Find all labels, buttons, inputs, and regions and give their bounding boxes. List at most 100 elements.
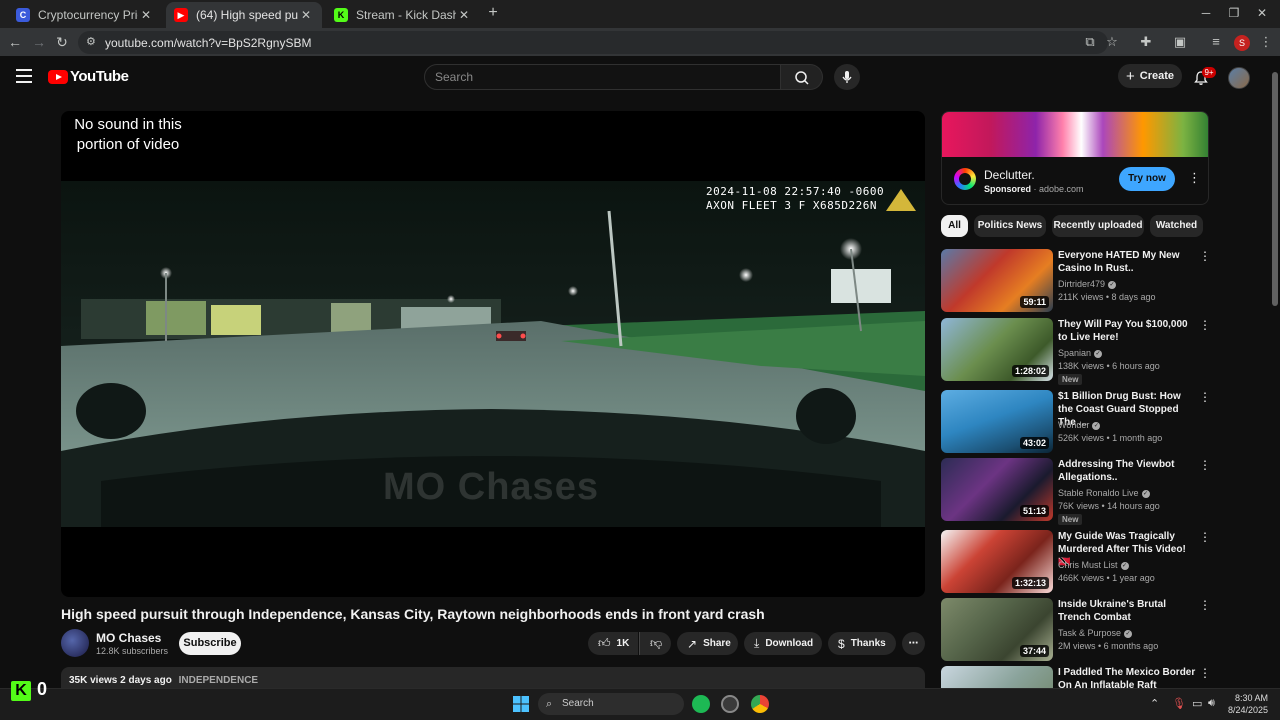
recommended-video[interactable]: 51:13 Addressing The Viewbot Allegations.… xyxy=(941,458,1211,525)
video-player[interactable]: No sound in this portion of video 2024-1… xyxy=(61,111,925,597)
tab-kick[interactable]: K Stream - Kick Dashboard ✕ xyxy=(326,2,480,28)
taskbar-search[interactable]: ⌕ Search xyxy=(538,693,684,715)
description-meta: 35K views 2 days ago INDEPENDENCE xyxy=(69,675,258,686)
recommended-video[interactable]: 1:32:13 My Guide Was Tragically Murdered … xyxy=(941,530,1211,594)
video-thumbnail[interactable]: 1:32:13 xyxy=(941,530,1053,593)
try-now-button[interactable]: Try now xyxy=(1119,167,1175,191)
tab-youtube[interactable]: ▶ (64) High speed pursuit throug ✕ xyxy=(166,2,322,28)
sponsored-ad-card[interactable]: Declutter. Sponsored · adobe.com Try now… xyxy=(941,111,1209,205)
recommended-video[interactable]: 37:44 Inside Ukraine's Brutal Trench Comb… xyxy=(941,598,1211,662)
channel-avatar[interactable] xyxy=(61,629,89,657)
search-button[interactable] xyxy=(781,64,823,90)
recommended-video[interactable]: 43:02 $1 Billion Drug Bust: How the Coast… xyxy=(941,390,1211,454)
recommended-channel[interactable]: Dirtrider479 ✓ xyxy=(1058,279,1117,289)
volume-icon[interactable]: 🔊︎ xyxy=(1208,697,1215,710)
microphone-icon[interactable]: 🎙︎ xyxy=(1172,697,1186,710)
tab-title: Cryptocurrency Prices, Charts A xyxy=(38,8,138,22)
recommended-video-title[interactable]: Addressing The Viewbot Allegations.. xyxy=(1058,458,1198,484)
windows-start-icon[interactable] xyxy=(513,696,529,712)
reload-icon[interactable]: ↻ xyxy=(53,33,71,51)
account-avatar[interactable] xyxy=(1228,67,1250,89)
new-badge: New xyxy=(1058,514,1083,525)
recommended-channel[interactable]: Task & Purpose ✓ xyxy=(1058,628,1133,638)
more-vertical-icon[interactable]: ⋮ xyxy=(1199,530,1211,544)
recommended-channel[interactable]: Chris Must List ✓ xyxy=(1058,560,1129,570)
extensions-icon[interactable]: ✚ xyxy=(1138,34,1154,50)
channel-name[interactable]: MO Chases xyxy=(96,631,161,645)
duration-badge: 51:13 xyxy=(1019,505,1049,517)
system-clock[interactable]: 8:30 AM 8/24/2025 xyxy=(1226,692,1268,716)
voice-search-button[interactable] xyxy=(834,64,860,90)
recommended-video-title[interactable]: They Will Pay You $100,000 to Live Here! xyxy=(1058,318,1198,344)
minimize-icon[interactable]: ─ xyxy=(1196,4,1216,22)
new-tab-button[interactable]: + xyxy=(484,4,502,22)
recommended-video-title[interactable]: Everyone HATED My New Casino In Rust.. xyxy=(1058,249,1198,275)
close-window-icon[interactable]: ✕ xyxy=(1252,4,1272,22)
thanks-button[interactable]: $ Thanks xyxy=(828,632,896,655)
bookmark-star-icon[interactable]: ☆ xyxy=(1104,34,1120,50)
site-info-icon[interactable]: ⚙ xyxy=(86,36,99,49)
dislike-button[interactable]: 👎︎ xyxy=(639,632,671,655)
recommended-video[interactable]: 1:28:02 They Will Pay You $100,000 to Liv… xyxy=(941,318,1211,385)
create-button[interactable]: + Create xyxy=(1118,64,1182,88)
back-icon[interactable]: ← xyxy=(6,33,24,51)
spotify-icon[interactable] xyxy=(692,695,710,713)
recommended-channel[interactable]: Wonder ✓ xyxy=(1058,420,1101,430)
chrome-icon[interactable] xyxy=(751,695,769,713)
more-vertical-icon[interactable]: ⋮ xyxy=(1199,318,1211,332)
chip-watched[interactable]: Watched xyxy=(1150,215,1203,237)
video-thumbnail[interactable]: 59:11 xyxy=(941,249,1053,312)
hamburger-menu-icon[interactable] xyxy=(16,69,32,83)
subscribe-button[interactable]: Subscribe xyxy=(179,632,241,655)
clock-time: 8:30 AM xyxy=(1234,693,1268,703)
sidebar-icon[interactable]: ▣ xyxy=(1172,34,1188,50)
share-button[interactable]: ↗ Share xyxy=(677,632,738,655)
more-vertical-icon[interactable]: ⋮ xyxy=(1199,666,1209,680)
video-thumbnail[interactable]: 43:02 xyxy=(941,390,1053,453)
chip-recently-uploaded[interactable]: Recently uploaded xyxy=(1052,215,1144,237)
search-input[interactable] xyxy=(425,65,780,89)
close-icon[interactable]: ✕ xyxy=(456,8,472,22)
recommended-channel[interactable]: Stable Ronaldo Live ✓ xyxy=(1058,488,1150,498)
channel-name: Chris Must List xyxy=(1058,560,1118,570)
chrome-menu-icon[interactable]: ⋮ xyxy=(1258,34,1274,50)
install-app-icon[interactable]: ⧉ xyxy=(1082,34,1098,50)
more-vertical-icon[interactable]: ⋮ xyxy=(1199,390,1211,404)
youtube-logo[interactable]: YouTube xyxy=(48,68,129,85)
close-icon[interactable]: ✕ xyxy=(138,8,154,22)
tab-coinmarket[interactable]: C Cryptocurrency Prices, Charts A ✕ xyxy=(8,2,162,28)
video-thumbnail[interactable]: 37:44 xyxy=(941,598,1053,661)
ad-domain: adobe.com xyxy=(1039,184,1084,194)
close-icon[interactable]: ✕ xyxy=(298,8,314,22)
recommended-video[interactable]: I Paddled The Mexico Border On An Inflat… xyxy=(941,666,1209,688)
video-thumbnail[interactable]: 51:13 xyxy=(941,458,1053,521)
chevron-up-icon[interactable]: ⌃ xyxy=(1150,697,1159,710)
address-bar[interactable]: ⚙ youtube.com/watch?v=BpS2RgnySBM xyxy=(78,31,1108,54)
recommended-meta: 526K views • 1 month ago xyxy=(1058,433,1163,443)
network-icon[interactable]: ▭ xyxy=(1192,697,1202,710)
profile-avatar[interactable]: S xyxy=(1234,35,1250,51)
hashtag-link[interactable]: INDEPENDENCE xyxy=(179,675,258,686)
video-thumbnail[interactable]: 1:28:02 xyxy=(941,318,1053,381)
like-button[interactable]: 👍︎ 1K xyxy=(588,632,638,655)
more-vertical-icon[interactable]: ⋮ xyxy=(1199,458,1211,472)
more-vertical-icon[interactable]: ⋮ xyxy=(1199,598,1211,612)
chip-all[interactable]: All xyxy=(941,215,968,237)
kick-viewer-count: 0 xyxy=(37,679,48,699)
forward-icon[interactable]: → xyxy=(30,33,48,51)
recommended-video-title[interactable]: Inside Ukraine's Brutal Trench Combat xyxy=(1058,598,1198,624)
recommended-video[interactable]: 59:11 Everyone HATED My New Casino In Rus… xyxy=(941,249,1211,313)
more-actions-button[interactable]: ⋯ xyxy=(902,632,925,655)
obs-icon[interactable] xyxy=(721,695,739,713)
recommended-channel[interactable]: Spanian ✓ xyxy=(1058,348,1103,358)
more-vertical-icon[interactable]: ⋮ xyxy=(1188,170,1201,186)
chip-politics-news[interactable]: Politics News xyxy=(974,215,1046,237)
download-button[interactable]: ⤓ Download xyxy=(744,632,822,655)
more-vertical-icon[interactable]: ⋮ xyxy=(1199,249,1211,263)
media-controls-icon[interactable]: ≡ xyxy=(1208,34,1224,50)
restore-icon[interactable]: ❐ xyxy=(1224,4,1244,22)
verified-check-icon: ✓ xyxy=(1092,421,1101,430)
recommended-video-title[interactable]: I Paddled The Mexico Border On An Inflat… xyxy=(1058,666,1198,688)
scrollbar-thumb[interactable] xyxy=(1272,72,1278,306)
video-thumbnail[interactable] xyxy=(941,666,1053,688)
